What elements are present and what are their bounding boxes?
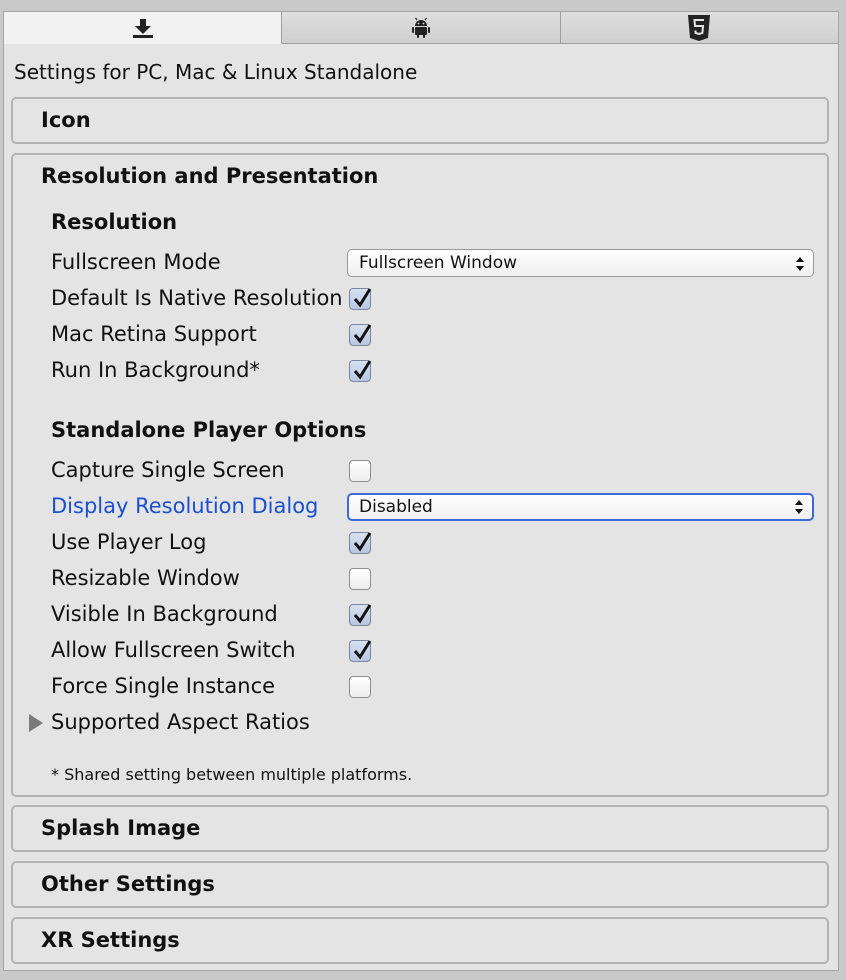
player-settings-panel: Settings for PC, Mac & Linux Standalone … (3, 11, 839, 971)
tab-standalone[interactable] (4, 12, 283, 44)
settings-title: Settings for PC, Mac & Linux Standalone (14, 60, 418, 84)
xr-settings-section-title: XR Settings (41, 928, 180, 952)
triangle-right-icon[interactable] (29, 714, 43, 736)
icon-section-title: Icon (41, 108, 91, 132)
resolution-header: Resolution (51, 210, 178, 234)
supported-aspect-ratios-foldout[interactable]: Supported Aspect Ratios (51, 708, 310, 736)
html5-icon (687, 14, 711, 42)
tab-webgl[interactable] (560, 12, 838, 44)
platform-tabs (4, 12, 838, 44)
resizable-window-label: Resizable Window (51, 566, 240, 590)
fullscreen-mode-dropdown[interactable]: Fullscreen Window (347, 249, 814, 277)
chevron-updown-icon (795, 498, 803, 522)
use-player-log-label: Use Player Log (51, 530, 207, 554)
splash-image-section-title: Splash Image (41, 816, 201, 840)
allow-fullscreen-switch-checkbox[interactable] (349, 640, 372, 662)
allow-fullscreen-switch-label: Allow Fullscreen Switch (51, 638, 296, 662)
run-in-background-label: Run In Background* (51, 358, 260, 382)
resizable-window-checkbox[interactable] (349, 568, 371, 590)
display-resolution-dialog-value: Disabled (359, 497, 433, 517)
standalone-download-icon (131, 18, 155, 38)
fullscreen-mode-value: Fullscreen Window (359, 253, 518, 273)
resolution-section-title[interactable]: Resolution and Presentation (41, 162, 378, 190)
resolution-section: Resolution and Presentation Resolution F… (11, 153, 829, 797)
run-in-background-checkbox[interactable] (349, 360, 372, 382)
chevron-updown-icon (796, 254, 804, 280)
default-native-resolution-label: Default Is Native Resolution (51, 286, 343, 310)
xr-settings-section[interactable]: XR Settings (11, 917, 829, 964)
icon-section[interactable]: Icon (11, 97, 829, 144)
force-single-instance-checkbox[interactable] (349, 676, 371, 698)
default-native-resolution-checkbox[interactable] (349, 288, 372, 310)
capture-single-screen-checkbox[interactable] (349, 460, 371, 482)
android-icon (411, 17, 431, 39)
use-player-log-checkbox[interactable] (349, 532, 372, 554)
visible-in-background-label: Visible In Background (51, 602, 278, 626)
splash-image-section[interactable]: Splash Image (11, 805, 829, 852)
mac-retina-support-checkbox[interactable] (349, 324, 372, 346)
display-resolution-dialog-label: Display Resolution Dialog (51, 494, 319, 518)
standalone-player-options-header: Standalone Player Options (51, 418, 367, 442)
fullscreen-mode-label: Fullscreen Mode (51, 250, 221, 274)
other-settings-section[interactable]: Other Settings (11, 861, 829, 908)
shared-setting-footnote: * Shared setting between multiple platfo… (51, 765, 413, 784)
visible-in-background-checkbox[interactable] (349, 604, 372, 626)
capture-single-screen-label: Capture Single Screen (51, 458, 285, 482)
tab-android[interactable] (282, 12, 561, 44)
other-settings-section-title: Other Settings (41, 872, 215, 896)
force-single-instance-label: Force Single Instance (51, 674, 276, 698)
display-resolution-dialog-dropdown[interactable]: Disabled (347, 493, 814, 521)
mac-retina-support-label: Mac Retina Support (51, 322, 257, 346)
